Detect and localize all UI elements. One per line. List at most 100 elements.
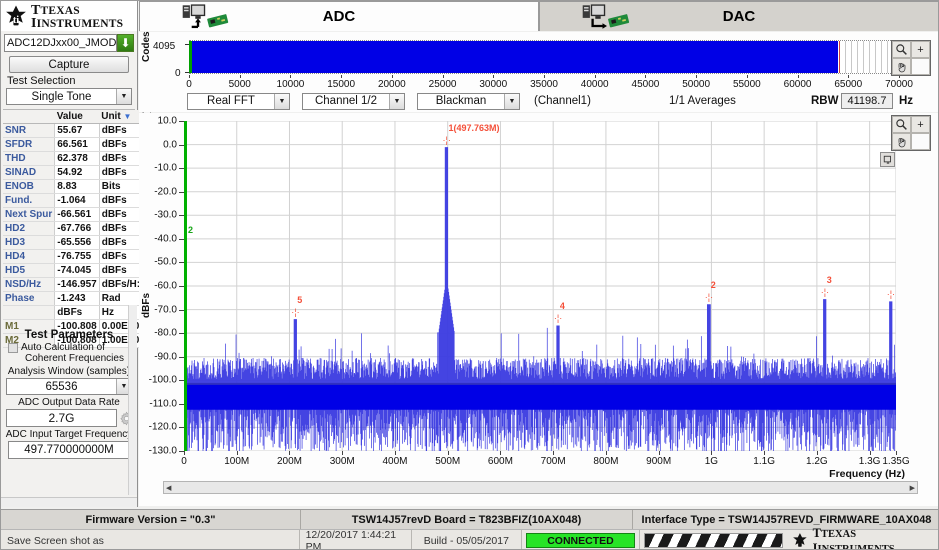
axis-tick-label: -100.0 (148, 374, 177, 386)
svg-text:ti: ti (13, 15, 19, 26)
magnifier-icon[interactable] (892, 116, 911, 133)
download-arrow-icon[interactable]: ⬇ (117, 34, 134, 52)
status-bar-top: Firmware Version = "0.3" TSW14J57revD Bo… (1, 509, 938, 530)
table-row[interactable]: SFDR 66.561 dBFs (3, 137, 143, 152)
axis-tick-label: -40.0 (154, 233, 177, 245)
hand-icon[interactable] (892, 58, 911, 75)
test-selection-label: Test Selection (7, 75, 76, 87)
axis-tick (236, 451, 238, 455)
axis-tick-label: 100M (224, 456, 250, 467)
table-row[interactable]: ENOB 8.83 Bits (3, 179, 143, 194)
axis-tick-label: -70.0 (154, 304, 177, 316)
fft-zoom-palette[interactable]: + (891, 115, 931, 151)
table-row[interactable]: dBFs Hz (3, 305, 143, 320)
device-combo[interactable]: ADC12DJxx00_JMODE (4, 34, 118, 52)
result-unit: dBFs (99, 137, 143, 152)
table-row[interactable]: SINAD 54.92 dBFs (3, 165, 143, 180)
tab-dac[interactable]: DAC (539, 1, 938, 31)
result-unit: dBFs (99, 221, 143, 236)
fft-trace-svg (183, 120, 897, 455)
time-domain-zoom-palette[interactable]: + (891, 40, 931, 76)
ti-logo-line1: TEXAS (40, 4, 80, 17)
ti-footer-line1: TEXAS (821, 528, 857, 540)
test-selection-combo[interactable]: Single Tone ▼ (6, 88, 132, 105)
fft-hscrollbar[interactable]: ◀ ▶ (163, 481, 918, 494)
table-row[interactable]: Next Spur -66.561 dBFs (3, 207, 143, 222)
table-row[interactable]: HD2 -67.766 dBFs (3, 221, 143, 236)
axis-tick-label: 10.0 (157, 115, 177, 127)
result-value: -146.957 (54, 277, 100, 292)
table-row[interactable]: HD3 -65.556 dBFs (3, 235, 143, 250)
axis-tick-label: -20.0 (154, 186, 177, 198)
fft-marker-label: 2 (710, 280, 716, 291)
left-panel-vscrollbar[interactable] (128, 305, 137, 495)
auto-calc-checkbox[interactable] (8, 343, 18, 353)
axis-tick-label: 500M (435, 456, 461, 467)
odr-input[interactable]: 2.7G (6, 409, 117, 427)
filter-icon[interactable]: ▼ (123, 112, 131, 121)
fft-marker-crosshair-icon[interactable]: ·¦· (705, 293, 713, 302)
table-row[interactable]: Fund. -1.064 dBFs (3, 193, 143, 208)
chevron-down-icon[interactable]: ▼ (274, 93, 289, 109)
test-parameters-section: Test Parameters Auto Calculation of Cohe… (1, 329, 137, 459)
magnifier-icon[interactable] (892, 41, 911, 58)
capture-button[interactable]: Capture (9, 56, 129, 73)
status-board: TSW14J57revD Board = T823BFIZ(10AX048) (301, 510, 633, 529)
result-name: NSD/Hz (3, 277, 56, 292)
chevron-down-icon[interactable]: ▼ (389, 93, 404, 109)
table-row[interactable]: HD4 -76.755 dBFs (3, 249, 143, 264)
time-domain-plot[interactable] (189, 40, 899, 74)
axis-tick-label: -110.0 (149, 398, 177, 410)
plus-icon[interactable]: + (911, 116, 930, 133)
chevron-down-icon[interactable]: ▼ (116, 89, 131, 104)
timestamp: 12/20/2017 1:44:21 PM (305, 528, 397, 550)
left-panel-hscrollbar[interactable] (1, 497, 137, 507)
axis-tick (500, 451, 502, 455)
pc-from-board-icon (582, 4, 630, 29)
chevron-down-icon[interactable]: ▼ (504, 93, 519, 109)
ti-logo-line2: INSTRUMENTS (36, 18, 124, 30)
axis-tick (184, 451, 185, 455)
device-selector-row: ADC12DJxx00_JMODE ⬇ (4, 34, 134, 52)
scroll-right-icon[interactable]: ▶ (910, 484, 915, 492)
channel-note: (Channel1) (534, 95, 591, 107)
hand-icon[interactable] (892, 133, 911, 150)
fft-plot[interactable]: 1(497.763M) ·¦· 5 ·¦· 4 ·¦· 2 ·¦· 3 ·¦· ·¦· 2 (183, 120, 897, 455)
save-screenshot-label[interactable]: Save Screen shot as (1, 530, 299, 549)
build-label: Build - 05/05/2017 (423, 534, 509, 547)
axis-tick-label: 1.3G (858, 456, 881, 467)
axis-tick-label: -120.0 (148, 421, 177, 433)
fft-marker-crosshair-icon[interactable]: ·¦· (554, 314, 562, 323)
input-freq-input[interactable]: 497.770000000M (8, 441, 130, 459)
table-row[interactable]: HD5 -74.045 dBFs (3, 263, 143, 278)
table-row[interactable]: NSD/Hz -146.957 dBFs/H: (3, 277, 143, 292)
result-name: SNR (3, 123, 56, 138)
zoom-fit-icon[interactable] (880, 152, 895, 167)
axis-tick-label: 700M (540, 456, 566, 467)
time-domain-trace (190, 41, 838, 73)
table-row[interactable]: Phase -1.243 Rad (3, 291, 143, 306)
fft-marker-crosshair-icon[interactable]: ·¦· (443, 136, 451, 145)
auto-calc-checkbox-row[interactable]: Auto Calculation of Coherent Frequencies (1, 342, 137, 364)
analysis-window-combo[interactable]: 65536 ▼ (6, 378, 132, 395)
fft-marker-crosshair-icon[interactable]: ·¦· (821, 288, 829, 297)
channel-combo[interactable]: Channel 1/2 ▼ (302, 92, 405, 110)
result-name: ENOB (3, 179, 56, 194)
analysis-window-value: 65536 (45, 380, 78, 393)
axis-tick (645, 75, 647, 78)
ti-emblem-icon: ti (6, 5, 26, 26)
result-unit: dBFs (99, 249, 143, 264)
time-domain-cursor-green[interactable] (189, 41, 192, 73)
plus-icon[interactable]: + (911, 41, 930, 58)
axis-tick-label: 1G (704, 456, 719, 467)
table-row[interactable]: THD 62.378 dBFs (3, 151, 143, 166)
window-combo[interactable]: Blackman ▼ (417, 92, 520, 110)
rbw-unit: Hz (899, 95, 914, 107)
rbw-value[interactable]: 41198.7 (841, 93, 893, 109)
tab-adc[interactable]: ADC (139, 1, 539, 31)
fft-type-combo[interactable]: Real FFT ▼ (187, 92, 290, 110)
table-row[interactable]: SNR 55.67 dBFs (3, 123, 143, 138)
fft-marker-crosshair-icon[interactable]: ·¦· (291, 308, 299, 317)
scroll-left-icon[interactable]: ◀ (166, 484, 171, 492)
fft-marker-crosshair-icon[interactable]: ·¦· (887, 290, 895, 299)
